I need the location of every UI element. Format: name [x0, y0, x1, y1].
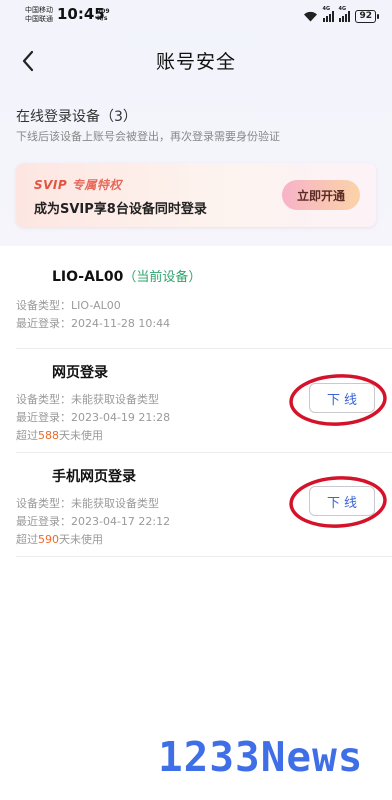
device-name: 网页登录	[52, 365, 108, 381]
device-item-current: LIO-AL00（当前设备） 设备类型：LIO-AL00 最近登录：2024-1…	[0, 246, 392, 350]
carrier-labels: 中国移动 中国联通	[25, 6, 53, 24]
last-login: 最近登录：2023-04-17 22:12	[16, 515, 171, 528]
net-speed-value: 209	[97, 8, 110, 15]
section-description: 下线后该设备上账号会被登出，再次登录需要身份验证	[16, 130, 280, 143]
watermark-logo: 1233News	[158, 733, 364, 781]
last-login: 最近登录：2023-04-19 21:28	[16, 411, 171, 424]
svip-promo-card: SVIP 专属特权 成为SVIP享8台设备同时登录 立即开通	[16, 163, 376, 227]
unused-prefix: 超过	[16, 429, 38, 442]
device-name-text: LIO-AL00	[52, 269, 124, 285]
signal-2-label: 4G	[338, 5, 347, 12]
activate-svip-button[interactable]: 立即开通	[282, 180, 360, 210]
carrier-1: 中国移动	[25, 6, 53, 14]
unused-suffix: 天未使用	[59, 533, 103, 546]
unused-duration: 超过590天未使用	[16, 531, 103, 547]
svip-badge-text: 专属特权	[71, 178, 122, 192]
signal-1-label: 4G	[322, 5, 331, 12]
page-title: 账号安全	[155, 51, 236, 73]
device-type: 设备类型：未能获取设备类型	[16, 393, 159, 406]
logout-button[interactable]: 下线	[309, 486, 375, 516]
divider	[16, 556, 392, 557]
status-icons: 4G 4G 92	[303, 6, 379, 23]
unused-prefix: 超过	[16, 533, 38, 546]
signal-icon-1: 4G	[322, 6, 335, 22]
unused-suffix: 天未使用	[59, 429, 103, 442]
last-login: 最近登录：2024-11-28 10:44	[16, 317, 171, 330]
net-speed-unit: K/s	[97, 15, 108, 22]
net-speed: 209 K/s	[97, 8, 110, 22]
carrier-2: 中国联通	[25, 15, 53, 23]
section-title: 在线登录设备（3）	[16, 109, 137, 125]
device-name: LIO-AL00（当前设备）	[52, 266, 201, 285]
logout-button[interactable]: 下线	[309, 383, 375, 413]
divider	[16, 452, 392, 453]
unused-days: 588	[38, 429, 59, 442]
svip-badge: SVIP 专属特权	[34, 176, 122, 193]
divider	[16, 348, 392, 349]
current-device-tag: （当前设备）	[123, 270, 202, 285]
device-item-web: 网页登录 设备类型：未能获取设备类型 最近登录：2023-04-19 21:28…	[0, 350, 392, 454]
device-name: 手机网页登录	[52, 469, 136, 485]
status-bar: 中国移动 中国联通 10:45 209 K/s 4G 4G 92	[0, 0, 392, 32]
device-type: 设备类型：LIO-AL00	[16, 299, 121, 312]
wifi-icon	[304, 11, 318, 22]
signal-icon-2: 4G	[338, 6, 351, 22]
nav-bar: 账号安全	[0, 36, 392, 86]
svip-badge-latin: SVIP	[34, 178, 68, 192]
device-type: 设备类型：未能获取设备类型	[16, 497, 159, 510]
unused-days: 590	[38, 533, 59, 546]
unused-duration: 超过588天未使用	[16, 427, 103, 443]
battery-level: 92	[359, 11, 372, 21]
svip-promo-text: 成为SVIP享8台设备同时登录	[34, 202, 207, 217]
device-item-mobile-web: 手机网页登录 设备类型：未能获取设备类型 最近登录：2023-04-17 22:…	[0, 454, 392, 558]
battery-icon: 92	[355, 9, 379, 23]
